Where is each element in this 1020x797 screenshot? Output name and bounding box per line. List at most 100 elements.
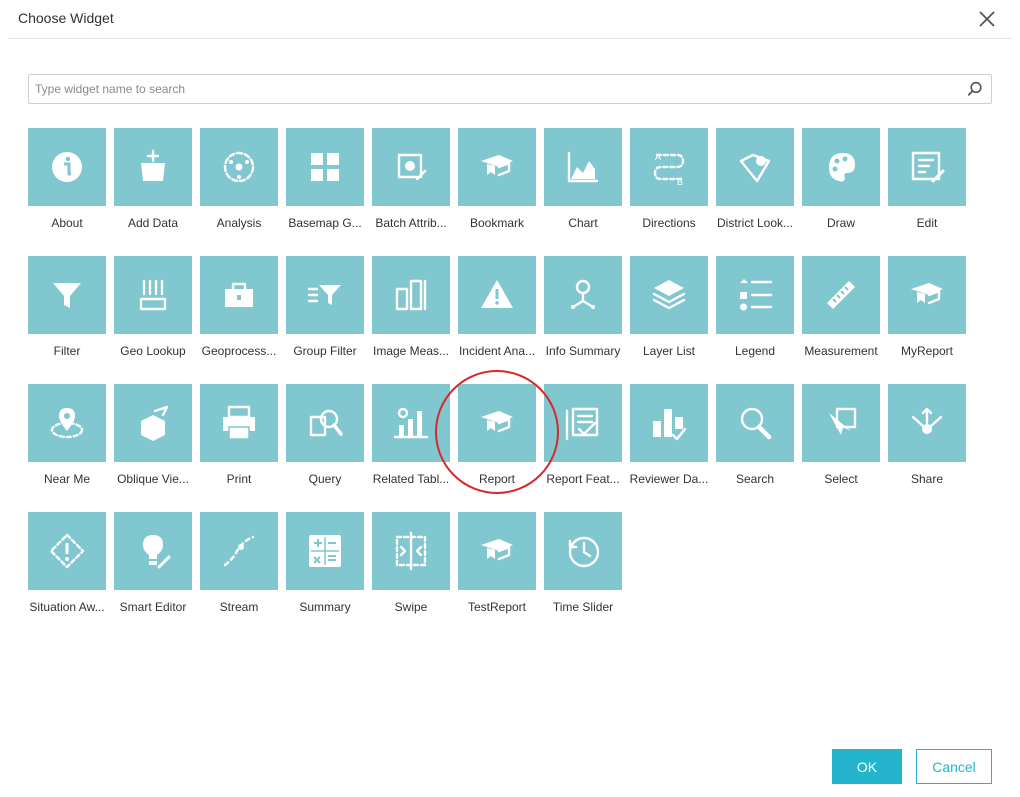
layer-list-icon	[630, 256, 708, 334]
widget-label: Print	[226, 472, 252, 486]
widget-label: Situation Aw...	[29, 600, 105, 614]
summary-icon	[286, 512, 364, 590]
time-slider-icon	[544, 512, 622, 590]
widget-tile-select[interactable]: Select	[802, 384, 880, 486]
widget-label: Oblique Vie...	[117, 472, 189, 486]
widget-tile-draw[interactable]: Draw	[802, 128, 880, 230]
widget-tile-legend[interactable]: Legend	[716, 256, 794, 358]
widget-label: Group Filter	[293, 344, 357, 358]
widget-tile-report-feat[interactable]: Report Feat...	[544, 384, 622, 486]
close-icon[interactable]	[976, 8, 998, 30]
widget-tile-swipe[interactable]: Swipe	[372, 512, 450, 614]
dialog-header: Choose Widget	[8, 0, 1012, 39]
chart-icon	[544, 128, 622, 206]
widget-label: Report Feat...	[546, 472, 620, 486]
widget-label: Chart	[568, 216, 598, 230]
widget-tile-directions[interactable]: A B Directions	[630, 128, 708, 230]
widget-label: Draw	[826, 216, 855, 230]
info-icon	[28, 128, 106, 206]
geo-lookup-icon	[114, 256, 192, 334]
analysis-icon	[200, 128, 278, 206]
widget-label: Reviewer Da...	[629, 472, 709, 486]
svg-text:A: A	[655, 152, 661, 162]
widget-tile-basemap-g[interactable]: Basemap G...	[286, 128, 364, 230]
widget-grid: About Add Data Analysis Basemap G... Batch A…	[28, 128, 974, 614]
widget-tile-filter[interactable]: Filter	[28, 256, 106, 358]
widget-tile-about[interactable]: About	[28, 128, 106, 230]
widget-label: Info Summary	[545, 344, 621, 358]
search-icon[interactable]	[967, 81, 983, 97]
widget-tile-info-summary[interactable]: Info Summary	[544, 256, 622, 358]
widget-tile-summary[interactable]: Summary	[286, 512, 364, 614]
widget-tile-near-me[interactable]: Near Me	[28, 384, 106, 486]
filter-icon	[28, 256, 106, 334]
widget-tile-image-meas[interactable]: Image Meas...	[372, 256, 450, 358]
widget-tile-batch-attrib[interactable]: Batch Attrib...	[372, 128, 450, 230]
widget-tile-edit[interactable]: Edit	[888, 128, 966, 230]
widget-tile-group-filter[interactable]: Group Filter	[286, 256, 364, 358]
measurement-icon	[802, 256, 880, 334]
widget-tile-add-data[interactable]: Add Data	[114, 128, 192, 230]
widget-label: Basemap G...	[288, 216, 362, 230]
widget-tile-print[interactable]: Print	[200, 384, 278, 486]
widget-label: Geo Lookup	[120, 344, 186, 358]
report-icon	[458, 512, 536, 590]
widget-tile-measurement[interactable]: Measurement	[802, 256, 880, 358]
widget-label: Analysis	[216, 216, 262, 230]
widget-tile-search[interactable]: Search	[716, 384, 794, 486]
widget-tile-query[interactable]: Query	[286, 384, 364, 486]
smart-editor-icon	[114, 512, 192, 590]
widget-label: Bookmark	[469, 216, 525, 230]
related-table-charts-icon	[372, 384, 450, 462]
search-input[interactable]	[29, 75, 959, 103]
widget-label: Time Slider	[552, 600, 614, 614]
widget-label: Select	[824, 472, 858, 486]
ok-button[interactable]: OK	[832, 749, 902, 784]
select-icon	[802, 384, 880, 462]
widget-label: Layer List	[642, 344, 696, 358]
widget-label: Legend	[734, 344, 776, 358]
near-me-icon	[28, 384, 106, 462]
widget-label: District Look...	[716, 216, 794, 230]
geoprocessing-icon	[200, 256, 278, 334]
directions-icon: AB	[630, 128, 708, 206]
widget-tile-incident-ana[interactable]: Incident Ana...	[458, 256, 536, 358]
group-filter-icon	[286, 256, 364, 334]
widget-tile-geoprocess[interactable]: Geoprocess...	[200, 256, 278, 358]
widget-label: Filter	[53, 344, 81, 358]
widget-tile-stream[interactable]: Stream	[200, 512, 278, 614]
widget-tile-time-slider[interactable]: Time Slider	[544, 512, 622, 614]
widget-tile-layer-list[interactable]: Layer List	[630, 256, 708, 358]
widget-tile-oblique-vie[interactable]: Oblique Vie...	[114, 384, 192, 486]
widget-tile-bookmark[interactable]: Bookmark	[458, 128, 536, 230]
widget-tile-report[interactable]: Report	[458, 384, 536, 486]
basemap-gallery-icon	[286, 128, 364, 206]
widget-label: Related Tabl...	[372, 472, 450, 486]
widget-tile-geo-lookup[interactable]: Geo Lookup	[114, 256, 192, 358]
swipe-icon	[372, 512, 450, 590]
widget-tile-analysis[interactable]: Analysis	[200, 128, 278, 230]
widget-search-box	[28, 74, 992, 104]
image-measurement-icon	[372, 256, 450, 334]
widget-tile-myreport[interactable]: MyReport	[888, 256, 966, 358]
widget-tile-related-tabl[interactable]: Related Tabl...	[372, 384, 450, 486]
choose-widget-dialog: Choose Widget About Add Data Analysis Basem…	[0, 0, 1020, 797]
query-icon	[286, 384, 364, 462]
widget-tile-chart[interactable]: Chart	[544, 128, 622, 230]
widget-tile-smart-editor[interactable]: Smart Editor	[114, 512, 192, 614]
widget-tile-share[interactable]: Share	[888, 384, 966, 486]
widget-label: Share	[910, 472, 944, 486]
oblique-viewer-icon	[114, 384, 192, 462]
widget-tile-testreport[interactable]: TestReport	[458, 512, 536, 614]
widget-tile-reviewer-da[interactable]: Reviewer Da...	[630, 384, 708, 486]
batch-attribute-editor-icon	[372, 128, 450, 206]
widget-tile-situation-aw[interactable]: Situation Aw...	[28, 512, 106, 614]
widget-label: MyReport	[900, 344, 953, 358]
widget-label: Near Me	[43, 472, 90, 486]
cancel-button[interactable]: Cancel	[916, 749, 992, 784]
widget-tile-district-look[interactable]: District Look...	[716, 128, 794, 230]
dialog-title: Choose Widget	[18, 10, 114, 26]
draw-icon	[802, 128, 880, 206]
legend-icon	[716, 256, 794, 334]
widget-label: Stream	[219, 600, 259, 614]
